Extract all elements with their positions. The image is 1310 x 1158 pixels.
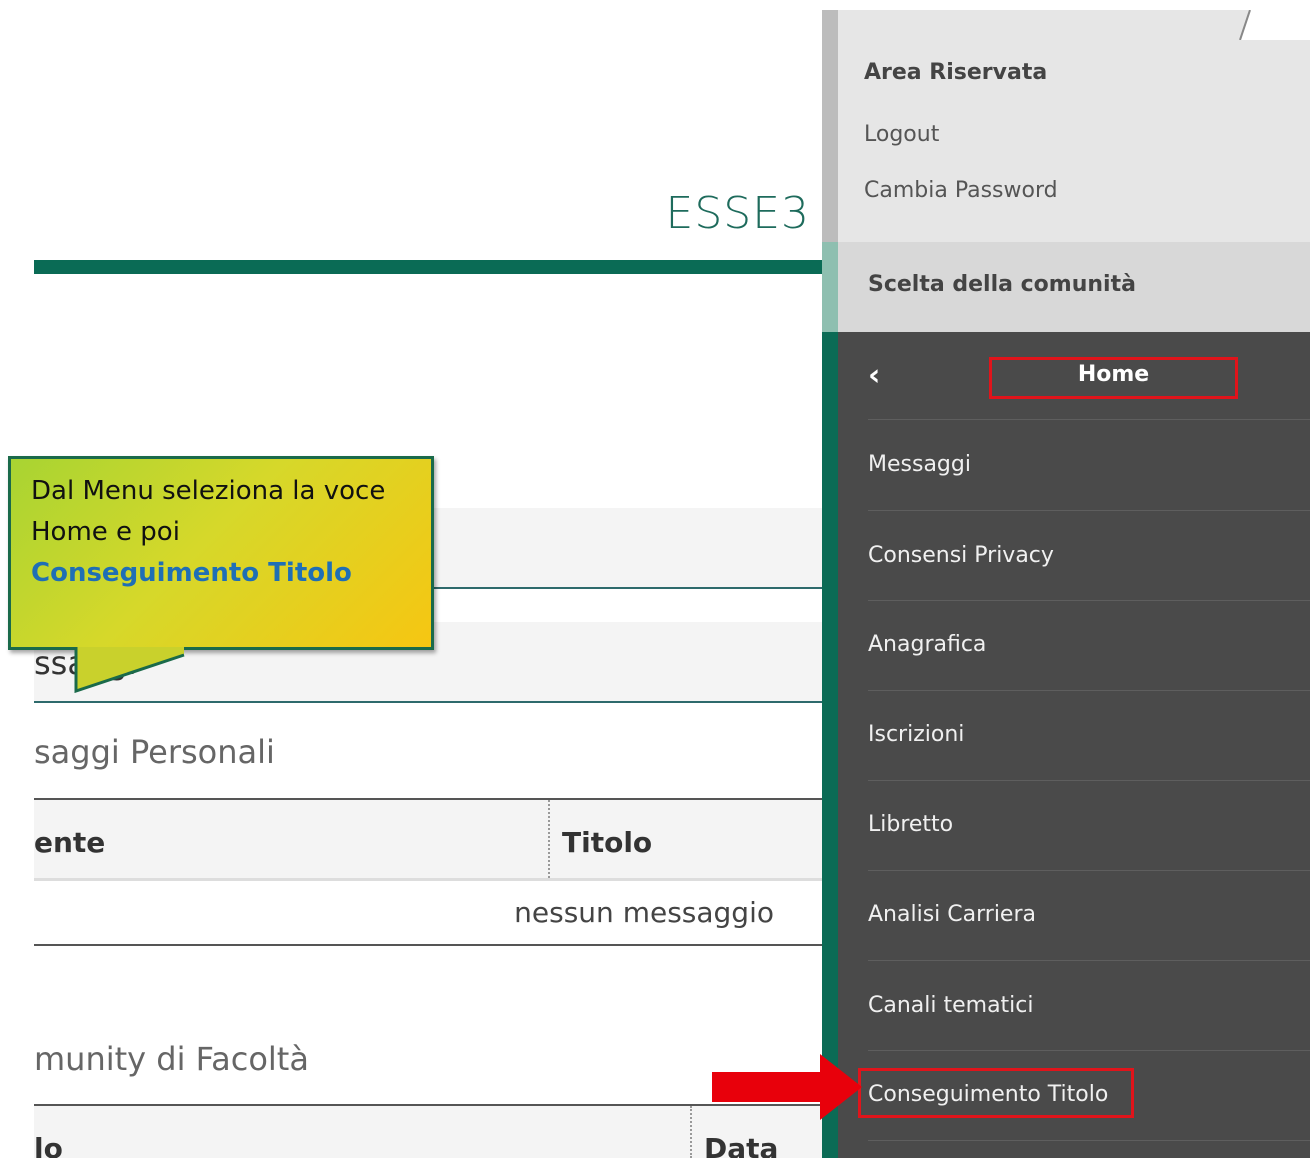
callout-instruction: Dal Menu seleziona la voce Home e poi [31, 476, 386, 547]
instruction-callout: Dal Menu seleziona la voce Home e poi Con… [8, 456, 434, 650]
menu-item-messaggi[interactable]: Messaggi [868, 452, 971, 477]
menu-item-analisi-carriera[interactable]: Analisi Carriera [868, 902, 1036, 927]
menu-item-iscrizioni[interactable]: Iscrizioni [868, 722, 964, 747]
callout-tail [74, 647, 185, 693]
menu-separator [868, 1140, 1310, 1141]
callout-text: Dal Menu seleziona la voce Home e poi Con… [31, 471, 421, 594]
table-header-row [34, 800, 822, 878]
column-header-sender[interactable]: ente [34, 826, 105, 859]
callout-highlight: Conseguimento Titolo [31, 558, 352, 588]
change-password-link[interactable]: Cambia Password [864, 178, 1058, 203]
panel-accent [822, 10, 838, 242]
section-divider [34, 701, 822, 703]
column-divider [690, 1106, 692, 1158]
column-divider [548, 800, 550, 878]
column-header-title[interactable]: Titolo [562, 826, 652, 859]
empty-table-message: nessun messaggio [514, 896, 774, 929]
table-border [34, 944, 822, 946]
red-arrow-icon [712, 1054, 862, 1120]
table-header-border [34, 878, 822, 881]
personal-messages-heading: saggi Personali [34, 733, 275, 771]
chevron-left-icon[interactable]: ‹ [868, 358, 880, 393]
corner-decoration [1239, 10, 1310, 40]
menu-item-canali-tematici[interactable]: Canali tematici [868, 993, 1034, 1018]
menu-separator [868, 690, 1310, 691]
menu-item-consensi-privacy[interactable]: Consensi Privacy [868, 543, 1054, 568]
menu-item-anagrafica[interactable]: Anagrafica [868, 632, 986, 657]
menu-home[interactable]: Home [989, 362, 1238, 387]
reserved-area-title: Area Riservata [864, 60, 1048, 85]
menu-item-libretto[interactable]: Libretto [868, 812, 953, 837]
site-title: ESSE3 [665, 188, 810, 239]
menu-separator [868, 960, 1310, 961]
column-header-date[interactable]: Data [704, 1132, 778, 1158]
menu-item-conseguimento-titolo[interactable]: Conseguimento Titolo [868, 1082, 1108, 1107]
menu-separator [868, 600, 1310, 601]
menu-accent [822, 332, 838, 1158]
selector-accent [822, 242, 838, 332]
menu-separator [868, 870, 1310, 871]
column-header-title[interactable]: lo [34, 1132, 63, 1158]
header-divider [34, 260, 822, 274]
logout-link[interactable]: Logout [864, 122, 939, 147]
menu-separator [868, 510, 1310, 511]
menu-separator [868, 780, 1310, 781]
menu-separator [868, 419, 1310, 420]
menu-separator [868, 1050, 1310, 1051]
community-heading: munity di Facoltà [34, 1040, 309, 1078]
community-selector-label[interactable]: Scelta della comunità [868, 272, 1136, 297]
side-menu: Area Riservata Logout Cambia Password Sc… [822, 0, 1310, 1158]
